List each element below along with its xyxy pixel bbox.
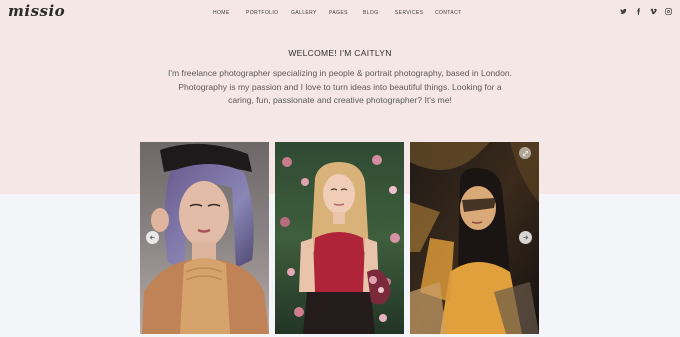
- nav-portfolio[interactable]: PORTFOLIO: [246, 10, 278, 16]
- intro-text: I'm freelance photographer specializing …: [167, 68, 513, 106]
- expand-gallery-button[interactable]: [519, 147, 531, 159]
- nav-home[interactable]: HOME: [213, 10, 230, 16]
- portrait-lavender-hair-image: [140, 142, 269, 334]
- welcome-heading: WELCOME! I'M CAITLYN: [288, 48, 392, 58]
- portrait-flower-field-image: [275, 142, 404, 334]
- arrow-left-icon: [149, 235, 155, 240]
- gallery-photo-lavender-hair[interactable]: [140, 142, 269, 334]
- arrow-right-icon: [523, 235, 529, 240]
- main-nav: HOME PORTFOLIO GALLERY PAGES BLOG SERVIC…: [0, 10, 680, 18]
- vimeo-icon[interactable]: [650, 8, 657, 15]
- gallery-photo-flower-field[interactable]: [275, 142, 404, 334]
- social-links: [620, 8, 672, 15]
- expand-icon: [522, 150, 528, 156]
- nav-contact[interactable]: CONTACT: [435, 10, 462, 16]
- facebook-icon[interactable]: [635, 8, 642, 15]
- gallery-next-button[interactable]: [519, 231, 532, 244]
- gallery-prev-button[interactable]: [146, 231, 159, 244]
- nav-blog[interactable]: BLOG: [363, 10, 379, 16]
- instagram-icon[interactable]: [665, 8, 672, 15]
- nav-gallery[interactable]: GALLERY: [291, 10, 317, 16]
- nav-services[interactable]: SERVICES: [395, 10, 423, 16]
- nav-pages[interactable]: PAGES: [329, 10, 348, 16]
- twitter-icon[interactable]: [620, 8, 627, 15]
